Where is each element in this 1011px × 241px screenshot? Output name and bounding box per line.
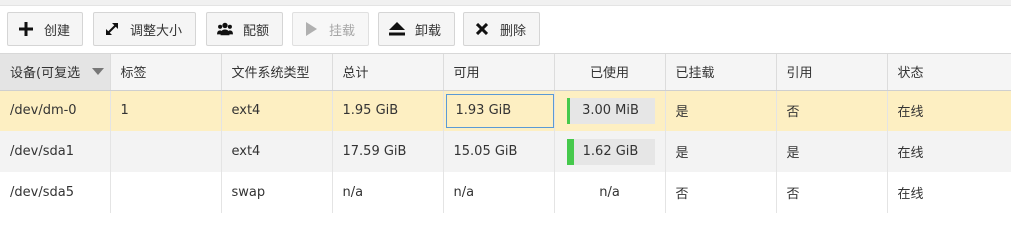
- table-row[interactable]: /dev/sda1 ext4 17.59 GiB 15.05 GiB 1.62 …: [0, 131, 1011, 172]
- close-icon: [474, 21, 490, 37]
- quota-button[interactable]: 配额: [206, 12, 283, 46]
- mount-label: 挂载: [329, 23, 356, 39]
- cell-mounted[interactable]: 否: [665, 172, 777, 213]
- create-label: 创建: [44, 23, 71, 39]
- table-row[interactable]: /dev/sda5 swap n/a n/a n/a 否 否 在线: [0, 172, 1011, 213]
- column-header-total[interactable]: 总计: [332, 54, 444, 91]
- column-header-used[interactable]: 已使用: [554, 54, 666, 91]
- sort-dropdown-icon[interactable]: [91, 68, 104, 75]
- filesystem-table: 设备(可复选 标签 文件系统类型 总计 可用 已使用 已挂载 引用 状态 /de…: [0, 54, 1011, 213]
- cell-available[interactable]: 1.93 GiB: [443, 90, 555, 131]
- cell-device[interactable]: /dev/dm-0: [0, 90, 111, 131]
- cell-device[interactable]: /dev/sda5: [0, 172, 111, 213]
- cell-fstype[interactable]: ext4: [221, 131, 333, 172]
- quota-label: 配额: [243, 23, 270, 39]
- unmount-label: 卸载: [415, 23, 442, 39]
- cell-status[interactable]: 在线: [887, 131, 1011, 172]
- resize-icon: [104, 21, 120, 37]
- cell-label[interactable]: 1: [110, 90, 222, 131]
- toolbar: 创建 调整大小 配额 挂载 卸载 删除: [0, 6, 1011, 52]
- cell-referenced[interactable]: 否: [776, 90, 888, 131]
- cell-mounted[interactable]: 是: [665, 131, 777, 172]
- focused-cell[interactable]: 1.93 GiB: [445, 93, 553, 128]
- cell-label[interactable]: [110, 131, 222, 172]
- usage-bar: 1.62 GiB: [566, 138, 655, 165]
- column-header-available[interactable]: 可用: [443, 54, 555, 91]
- eject-icon: [389, 21, 405, 37]
- users-icon: [217, 21, 233, 37]
- column-header-referenced[interactable]: 引用: [776, 54, 888, 91]
- resize-button[interactable]: 调整大小: [93, 12, 196, 46]
- cell-device[interactable]: /dev/sda1: [0, 131, 111, 172]
- column-header-device[interactable]: 设备(可复选: [0, 54, 111, 91]
- cell-total[interactable]: n/a: [332, 172, 444, 213]
- cell-fstype[interactable]: swap: [221, 172, 333, 213]
- cell-used[interactable]: n/a: [554, 172, 666, 213]
- plus-icon: [18, 21, 34, 37]
- usage-bar-text: 3.00 MiB: [582, 103, 639, 119]
- cell-referenced[interactable]: 否: [776, 172, 888, 213]
- delete-button[interactable]: 删除: [463, 12, 540, 46]
- cell-status[interactable]: 在线: [887, 172, 1011, 213]
- mount-button[interactable]: 挂载: [292, 12, 369, 46]
- cell-used[interactable]: 3.00 MiB: [554, 90, 666, 131]
- cell-mounted[interactable]: 是: [665, 90, 777, 131]
- column-header-device-label: 设备(可复选: [10, 66, 81, 82]
- usage-bar-text: 1.62 GiB: [582, 144, 639, 159]
- play-icon: [303, 21, 319, 37]
- table-row[interactable]: /dev/dm-0 1 ext4 1.95 GiB 1.93 GiB 3.00 …: [0, 90, 1011, 131]
- column-header-label[interactable]: 标签: [110, 54, 222, 91]
- create-button[interactable]: 创建: [7, 12, 83, 46]
- table-header-row: 设备(可复选 标签 文件系统类型 总计 可用 已使用 已挂载 引用 状态: [0, 54, 1011, 91]
- cell-label[interactable]: [110, 172, 222, 213]
- column-header-status[interactable]: 状态: [887, 54, 1011, 91]
- cell-used[interactable]: 1.62 GiB: [554, 131, 666, 172]
- cell-total[interactable]: 17.59 GiB: [332, 131, 444, 172]
- cell-available[interactable]: n/a: [443, 172, 555, 213]
- delete-label: 删除: [500, 23, 527, 39]
- cell-available[interactable]: 15.05 GiB: [443, 131, 555, 172]
- column-header-fstype[interactable]: 文件系统类型: [221, 54, 333, 91]
- usage-bar: 3.00 MiB: [566, 97, 655, 124]
- usage-bar-fill: [566, 97, 570, 124]
- cell-total[interactable]: 1.95 GiB: [332, 90, 444, 131]
- usage-bar-fill: [566, 138, 575, 165]
- cell-fstype[interactable]: ext4: [221, 90, 333, 131]
- resize-label: 调整大小: [130, 23, 183, 39]
- cell-available-value: 1.93 GiB: [455, 103, 512, 119]
- cell-referenced[interactable]: 是: [776, 131, 888, 172]
- unmount-button[interactable]: 卸载: [378, 12, 455, 46]
- cell-status[interactable]: 在线: [887, 90, 1011, 131]
- column-header-mounted[interactable]: 已挂载: [665, 54, 777, 91]
